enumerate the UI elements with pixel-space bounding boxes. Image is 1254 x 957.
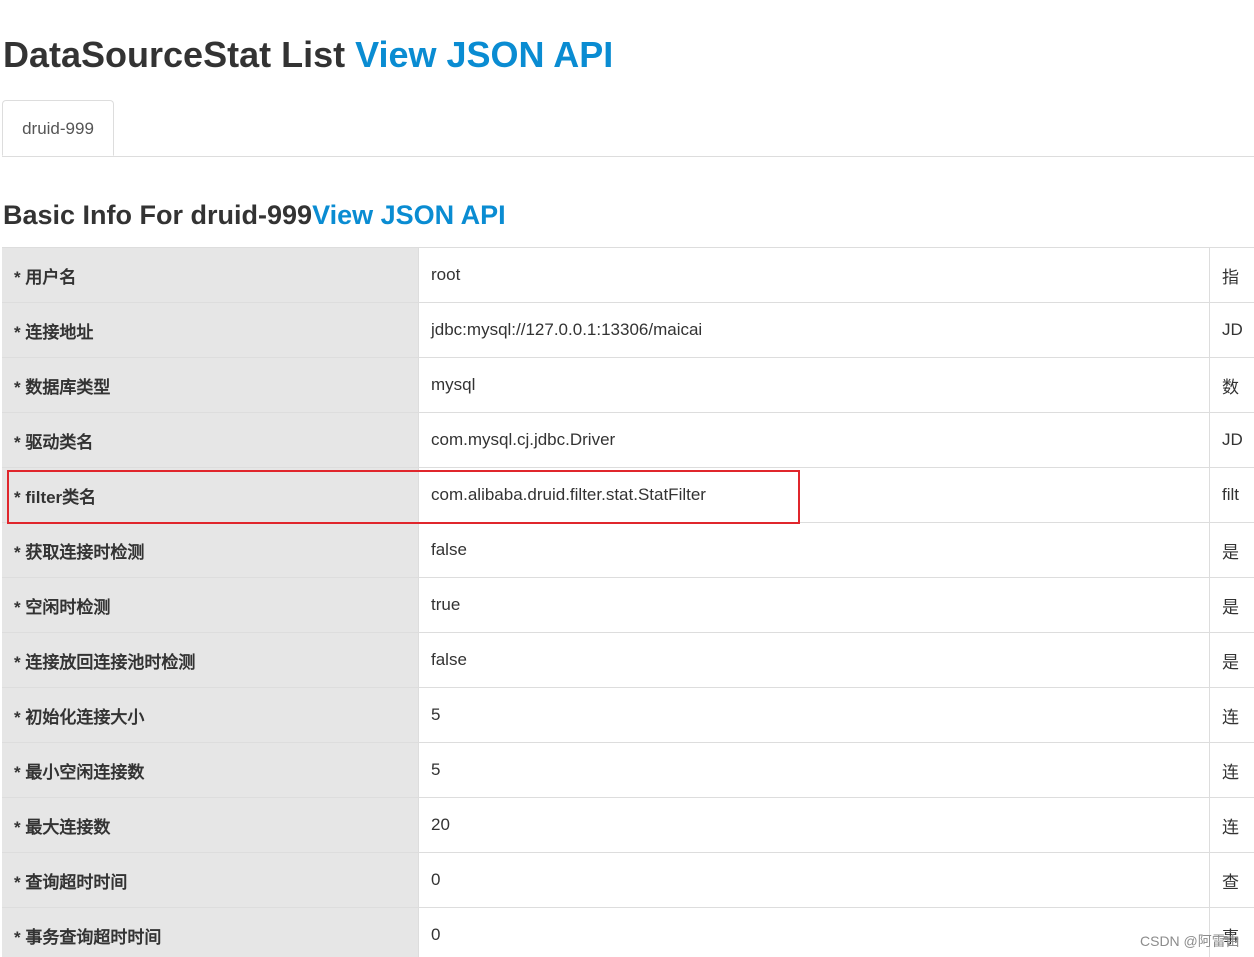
row-value: com.alibaba.druid.filter.stat.StatFilter (419, 468, 1210, 523)
row-value: 20 (419, 798, 1210, 853)
row-value: 0 (419, 853, 1210, 908)
table-row: * 数据库类型mysql数 (2, 358, 1254, 413)
row-description: 查 (1210, 853, 1254, 908)
row-value: 5 (419, 743, 1210, 798)
table-row: * 连接放回连接池时检测false是 (2, 633, 1254, 688)
view-json-api-link[interactable]: View JSON API (355, 34, 613, 75)
row-description: JD (1210, 303, 1254, 358)
page-title: DataSourceStat List View JSON API (3, 33, 613, 77)
table-row: * 事务查询超时时间0事 (2, 908, 1254, 957)
table-row: * 最小空闲连接数5连 (2, 743, 1254, 798)
row-description: 连 (1210, 688, 1254, 743)
table-row: * 用户名root指 (2, 248, 1254, 303)
row-value: jdbc:mysql://127.0.0.1:13306/maicai (419, 303, 1210, 358)
row-description: JD (1210, 413, 1254, 468)
watermark: CSDN @阿雷由 (1140, 931, 1240, 951)
table-row: * 查询超时时间0查 (2, 853, 1254, 908)
row-label: * 连接放回连接池时检测 (2, 633, 419, 688)
tab-druid-999[interactable]: druid-999 (2, 100, 114, 156)
row-value: mysql (419, 358, 1210, 413)
table-row: * 连接地址jdbc:mysql://127.0.0.1:13306/maica… (2, 303, 1254, 358)
page-title-text: DataSourceStat List (3, 34, 345, 75)
row-label: * 连接地址 (2, 303, 419, 358)
row-label: * 事务查询超时时间 (2, 908, 419, 957)
row-label: * 初始化连接大小 (2, 688, 419, 743)
table-row: * filter类名com.alibaba.druid.filter.stat.… (2, 468, 1254, 523)
row-label: * 驱动类名 (2, 413, 419, 468)
row-description: 是 (1210, 578, 1254, 633)
row-label: * filter类名 (2, 468, 419, 523)
row-label: * 最大连接数 (2, 798, 419, 853)
section-view-json-api-link[interactable]: View JSON API (312, 200, 506, 230)
row-description: 数 (1210, 358, 1254, 413)
row-label: * 空闲时检测 (2, 578, 419, 633)
table-row: * 空闲时检测true是 (2, 578, 1254, 633)
table-row: * 驱动类名com.mysql.cj.jdbc.DriverJD (2, 413, 1254, 468)
row-description: 连 (1210, 798, 1254, 853)
table-row: * 获取连接时检测false是 (2, 523, 1254, 578)
row-label: * 用户名 (2, 248, 419, 303)
row-description: 指 (1210, 248, 1254, 303)
row-value: root (419, 248, 1210, 303)
section-title: Basic Info For druid-999View JSON API (3, 198, 506, 232)
row-label: * 获取连接时检测 (2, 523, 419, 578)
table-row: * 初始化连接大小5连 (2, 688, 1254, 743)
tab-bar: druid-999 (2, 100, 1254, 157)
table-row: * 最大连接数20连 (2, 798, 1254, 853)
row-description: 连 (1210, 743, 1254, 798)
row-description: 是 (1210, 633, 1254, 688)
row-label: * 查询超时时间 (2, 853, 419, 908)
row-value: 5 (419, 688, 1210, 743)
section-title-text: Basic Info For druid-999 (3, 200, 312, 230)
row-value: false (419, 633, 1210, 688)
row-label: * 最小空闲连接数 (2, 743, 419, 798)
row-label: * 数据库类型 (2, 358, 419, 413)
row-value: true (419, 578, 1210, 633)
row-description: filt (1210, 468, 1254, 523)
basic-info-table: * 用户名root指* 连接地址jdbc:mysql://127.0.0.1:1… (2, 247, 1254, 957)
row-value: com.mysql.cj.jdbc.Driver (419, 413, 1210, 468)
row-description: 是 (1210, 523, 1254, 578)
row-value: 0 (419, 908, 1210, 957)
row-value: false (419, 523, 1210, 578)
